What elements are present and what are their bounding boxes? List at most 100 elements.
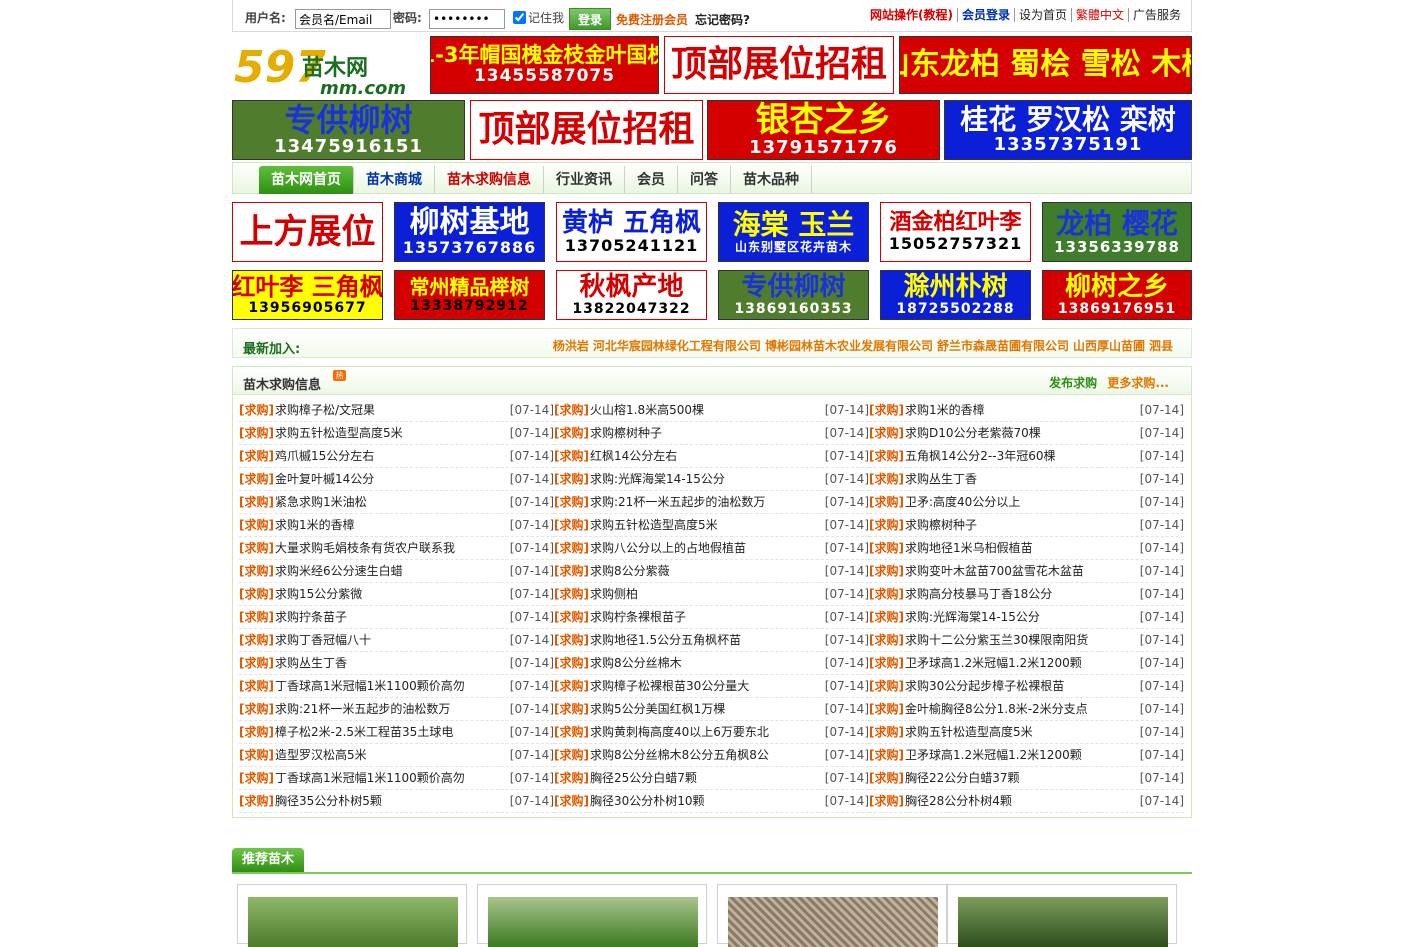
buy-row[interactable]: [求购] 火山榕1.8米高500棵 [07-14] xyxy=(554,399,869,422)
buy-item-link[interactable]: 丁香球高1米冠幅1米1100颗价高勿 xyxy=(275,767,465,790)
buy-row[interactable]: [求购] 求购侧柏 [07-14] xyxy=(554,583,869,606)
buy-row[interactable]: [求购] 卫矛球高1.2米冠幅1.2米1200颗 [07-14] xyxy=(869,652,1184,675)
buy-row[interactable]: [求购] 求购D10公分老紫薇70棵 [07-14] xyxy=(869,422,1184,445)
forgot-password-link[interactable]: 忘记密码? xyxy=(695,11,750,28)
ad-banner[interactable]: 黄栌 五角枫 13705241121 xyxy=(556,202,707,262)
ad-banner[interactable]: 红叶李 三角枫 13956905677 xyxy=(232,270,383,320)
top-link-set-home[interactable]: 设为首页 xyxy=(1013,8,1071,22)
buy-row[interactable]: [求购] 求购八公分以上的占地假植苗 [07-14] xyxy=(554,537,869,560)
top-link-tutorial[interactable]: 网站操作(教程) xyxy=(866,8,957,22)
buy-row[interactable]: [求购] 求购丁香冠幅八十 [07-14] xyxy=(239,629,554,652)
buy-item-link[interactable]: 卫矛球高1.2米冠幅1.2米1200颗 xyxy=(905,744,1082,767)
buy-item-link[interactable]: 求购檫树种子 xyxy=(590,422,662,445)
buy-item-link[interactable]: 求购:光辉海棠14-15公分 xyxy=(590,468,725,491)
buy-row[interactable]: [求购] 求购8公分丝棉木 [07-14] xyxy=(554,652,869,675)
buy-row[interactable]: [求购] 鸡爪槭15公分左右 [07-14] xyxy=(239,445,554,468)
buy-item-link[interactable]: 五角枫14公分2--3年冠60棵 xyxy=(905,445,1055,468)
buy-item-link[interactable]: 求购5公分美国红枫1万棵 xyxy=(590,698,725,721)
ad-banner[interactable]: 柳树基地 13573767886 xyxy=(394,202,545,262)
recommend-image[interactable] xyxy=(248,897,458,947)
buy-row[interactable]: [求购] 胸径25公分白蜡7颗 [07-14] xyxy=(554,767,869,790)
nav-item[interactable]: 问答 xyxy=(678,166,731,194)
buy-item-link[interactable]: 胸径28公分朴树4颗 xyxy=(905,790,1012,813)
buy-item-link[interactable]: 卫矛:高度40公分以上 xyxy=(905,491,1020,514)
buy-row[interactable]: [求购] 求购十二公分紫玉兰30棵限南阳货 [07-14] xyxy=(869,629,1184,652)
buy-row[interactable]: [求购] 金叶复叶槭14公分 [07-14] xyxy=(239,468,554,491)
buy-item-link[interactable]: 求购檫树种子 xyxy=(905,514,977,537)
nav-item[interactable]: 会员 xyxy=(625,166,678,194)
ad-banner[interactable]: 专供柳树 13869160353 xyxy=(718,270,869,320)
latest-member-link[interactable]: 河北华宸园林绿化工程有限公司 xyxy=(593,337,761,354)
remember-checkbox[interactable] xyxy=(513,11,526,24)
buy-item-link[interactable]: 求购地径1米乌桕假植苗 xyxy=(905,537,1033,560)
buy-row[interactable]: [求购] 金叶榆胸径8公分1.8米-2米分支点 [07-14] xyxy=(869,698,1184,721)
buy-item-link[interactable]: 胸径25公分白蜡7颗 xyxy=(590,767,697,790)
buy-row[interactable]: [求购] 求购米经6公分速生白蜡 [07-14] xyxy=(239,560,554,583)
buy-item-link[interactable]: 鸡爪槭15公分左右 xyxy=(275,445,374,468)
nav-item[interactable]: 行业资讯 xyxy=(544,166,625,194)
nav-item[interactable]: 苗木网首页 xyxy=(259,166,354,194)
ad-banner[interactable]: 山东龙柏 蜀桧 雪松 木槿 xyxy=(899,36,1192,94)
buy-row[interactable]: [求购] 求购五针松造型高度5米 [07-14] xyxy=(869,721,1184,744)
buy-item-link[interactable]: 求购8公分丝棉木 xyxy=(590,652,682,675)
ad-banner[interactable]: 银杏之乡 13791571776 xyxy=(707,100,940,160)
buy-item-link[interactable]: 求购樟子松/文冠果 xyxy=(275,399,375,422)
buy-item-link[interactable]: 紧急求购1米油松 xyxy=(275,491,367,514)
buy-row[interactable]: [求购] 求购高分枝暴马丁香18公分 [07-14] xyxy=(869,583,1184,606)
buy-item-link[interactable]: 求购丛生丁香 xyxy=(905,468,977,491)
nav-item[interactable]: 苗木求购信息 xyxy=(435,166,544,194)
ad-banner[interactable]: 桂花 罗汉松 栾树 13357375191 xyxy=(944,100,1192,160)
ad-banner[interactable]: 龙柏 樱花 13356339788 xyxy=(1042,202,1192,262)
buy-item-link[interactable]: 大量求购毛娟枝条有货农户联系我 xyxy=(275,537,455,560)
site-logo[interactable]: 597 苗木网 mm.com xyxy=(232,36,428,99)
buy-row[interactable]: [求购] 丁香球高1米冠幅1米1100颗价高勿 [07-14] xyxy=(239,767,554,790)
recommend-item[interactable] xyxy=(237,884,467,947)
buy-item-link[interactable]: 金叶复叶槭14公分 xyxy=(275,468,374,491)
top-link-ad-service[interactable]: 广告服务 xyxy=(1127,8,1185,22)
buy-row[interactable]: [求购] 求购15公分紫微 [07-14] xyxy=(239,583,554,606)
buy-item-link[interactable]: 胸径30公分朴树10颗 xyxy=(590,790,705,813)
buy-row[interactable]: [求购] 求购檫树种子 [07-14] xyxy=(554,422,869,445)
ad-banner[interactable]: 秋枫产地 13822047322 xyxy=(556,270,707,320)
more-buy-link[interactable]: 更多求购... xyxy=(1107,376,1169,390)
buy-item-link[interactable]: 求购丛生丁香 xyxy=(275,652,347,675)
buy-item-link[interactable]: 求购:21杯一米五起步的油松数万 xyxy=(275,698,450,721)
buy-row[interactable]: [求购] 求购五针松造型高度5米 [07-14] xyxy=(239,422,554,445)
username-input[interactable] xyxy=(295,9,391,29)
buy-row[interactable]: [求购] 紧急求购1米油松 [07-14] xyxy=(239,491,554,514)
ad-banner[interactable]: 常州精品榉树 13338792912 xyxy=(394,270,545,320)
buy-row[interactable]: [求购] 五角枫14公分2--3年冠60棵 [07-14] xyxy=(869,445,1184,468)
buy-row[interactable]: [求购] 求购变叶木盆苗700盆雪花木盆苗 [07-14] xyxy=(869,560,1184,583)
remember-checkbox-wrap[interactable]: 记住我 xyxy=(513,9,564,26)
buy-item-link[interactable]: 樟子松2米-2.5米工程苗35土球电 xyxy=(275,721,453,744)
buy-row[interactable]: [求购] 求购地径1.5公分五角枫杯苗 [07-14] xyxy=(554,629,869,652)
latest-member-link[interactable]: 博彬园林苗木农业发展有限公司 xyxy=(765,337,933,354)
buy-item-link[interactable]: 红枫14公分左右 xyxy=(590,445,677,468)
ad-banner[interactable]: 顶部展位招租 xyxy=(470,100,703,160)
buy-item-link[interactable]: 求购米经6公分速生白蜡 xyxy=(275,560,403,583)
buy-item-link[interactable]: 求购十二公分紫玉兰30棵限南阳货 xyxy=(905,629,1088,652)
buy-item-link[interactable]: 求购:21杯一米五起步的油松数万 xyxy=(590,491,765,514)
buy-item-link[interactable]: 求购八公分以上的占地假植苗 xyxy=(590,537,746,560)
recommend-item[interactable] xyxy=(947,884,1177,947)
buy-row[interactable]: [求购] 求购柠条裸根苗子 [07-14] xyxy=(554,606,869,629)
buy-row[interactable]: [求购] 求购8公分紫薇 [07-14] xyxy=(554,560,869,583)
login-button[interactable]: 登录 xyxy=(569,8,611,30)
buy-item-link[interactable]: 求购D10公分老紫薇70棵 xyxy=(905,422,1041,445)
latest-member-link[interactable]: 泗县 xyxy=(1149,337,1173,354)
buy-row[interactable]: [求购] 求购5公分美国红枫1万棵 [07-14] xyxy=(554,698,869,721)
buy-row[interactable]: [求购] 求购五针松造型高度5米 [07-14] xyxy=(554,514,869,537)
buy-row[interactable]: [求购] 求购黄刺梅高度40以上6万要东北 [07-14] xyxy=(554,721,869,744)
recommend-image[interactable] xyxy=(488,897,698,947)
buy-row[interactable]: [求购] 求购樟子松裸根苗30公分量大 [07-14] xyxy=(554,675,869,698)
buy-item-link[interactable]: 求购五针松造型高度5米 xyxy=(905,721,1033,744)
buy-item-link[interactable]: 求购地径1.5公分五角枫杯苗 xyxy=(590,629,741,652)
ad-banner[interactable]: 专供柳树 13475916151 xyxy=(232,100,465,160)
buy-item-link[interactable]: 求购柠条裸根苗子 xyxy=(590,606,686,629)
recommend-image[interactable] xyxy=(958,897,1168,947)
ad-banner[interactable]: 顶部展位招租 xyxy=(664,36,894,94)
buy-row[interactable]: [求购] 卫矛:高度40公分以上 [07-14] xyxy=(869,491,1184,514)
ad-banner[interactable]: 海棠 玉兰 山东别墅区花卉苗木 xyxy=(718,202,869,262)
buy-item-link[interactable]: 求购黄刺梅高度40以上6万要东北 xyxy=(590,721,769,744)
buy-row[interactable]: [求购] 造型罗汉松高5米 [07-14] xyxy=(239,744,554,767)
